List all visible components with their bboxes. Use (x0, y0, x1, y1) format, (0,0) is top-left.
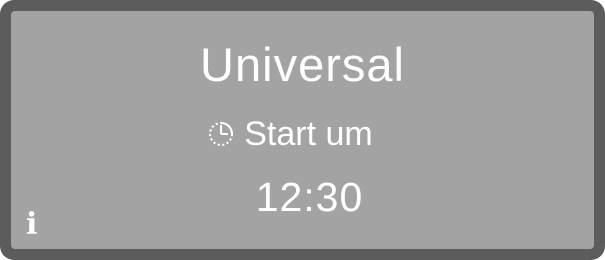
start-label: Start um (244, 115, 373, 153)
timer-clock-icon (206, 119, 236, 149)
start-time-value: 12:30 (255, 174, 364, 220)
display-screen: Universal Start um 12:30 i (11, 11, 594, 249)
display-bezel: Universal Start um 12:30 i (0, 0, 605, 260)
start-time-row: Start um (11, 113, 594, 155)
program-name: Universal (200, 38, 405, 91)
info-icon[interactable]: i (26, 210, 37, 240)
